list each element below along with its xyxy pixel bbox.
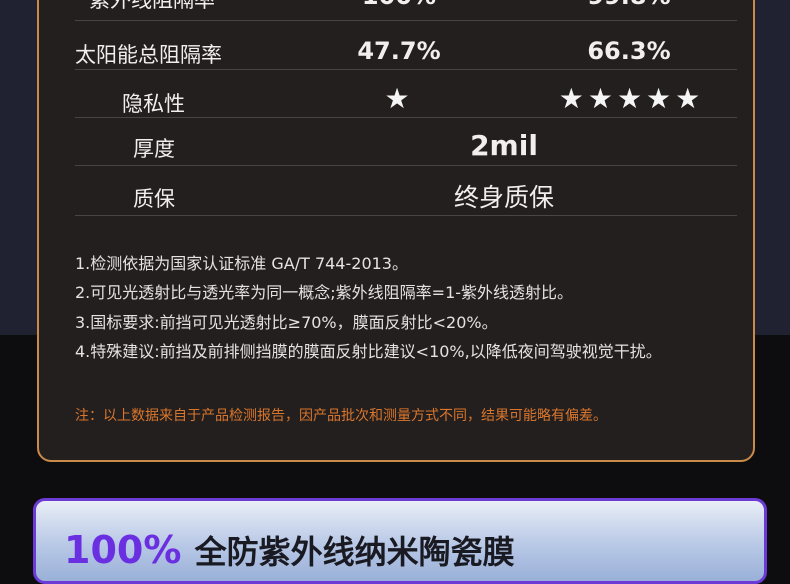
- disclaimer-text: 注：以上数据来自于产品检测报告，因产品批次和测量方式不同，结果可能略有偏差。: [75, 408, 607, 424]
- row-label-uv: 紫外线阻隔率: [89, 0, 215, 12]
- note-2: 2.可见光透射比与透光率为同一概念;紫外线阻隔率=1-紫外线透射比。: [75, 283, 574, 302]
- banner-title: 100% 全防紫外线纳米陶瓷膜: [64, 527, 515, 573]
- row-divider: [75, 69, 737, 70]
- row-value-b-uv: 99.8%: [569, 0, 689, 10]
- warranty-value: 终身质保: [453, 183, 554, 212]
- spec-card: 紫外线阻隔率 100% 99.8% 太阳能总阻隔率 47.7% 66.3% 隐私…: [37, 0, 755, 462]
- note-1: 1.检测依据为国家认证标准 GA/T 744-2013。: [75, 254, 408, 273]
- row-value-a-uv: 100%: [339, 0, 459, 10]
- row-value-b-solar: 66.3%: [587, 37, 671, 65]
- product-banner: 100% 全防紫外线纳米陶瓷膜: [33, 498, 767, 584]
- banner-heading: 全防紫外线纳米陶瓷膜: [194, 533, 515, 571]
- row-label-solar: 太阳能总阻隔率: [75, 43, 222, 67]
- privacy-rating-a: ★: [384, 82, 414, 115]
- banner-percent: 100%: [64, 528, 182, 572]
- row-label-warranty: 质保: [133, 187, 175, 211]
- row-divider: [75, 165, 737, 166]
- row-divider: [75, 215, 737, 216]
- note-4: 4.特殊建议:前挡及前排侧挡膜的膜面反射比建议<10%,以降低夜间驾驶视觉干扰。: [75, 342, 662, 361]
- thickness-value: 2mil: [470, 129, 538, 162]
- privacy-rating-b: ★★★★★: [558, 82, 705, 115]
- note-3: 3.国标要求:前挡可见光透射比≥70%，膜面反射比<20%。: [75, 313, 498, 332]
- row-label-privacy: 隐私性: [122, 92, 185, 116]
- row-divider: [75, 20, 737, 21]
- row-value-a-solar: 47.7%: [357, 37, 441, 65]
- row-label-thickness: 厚度: [133, 137, 175, 161]
- row-divider: [75, 117, 737, 118]
